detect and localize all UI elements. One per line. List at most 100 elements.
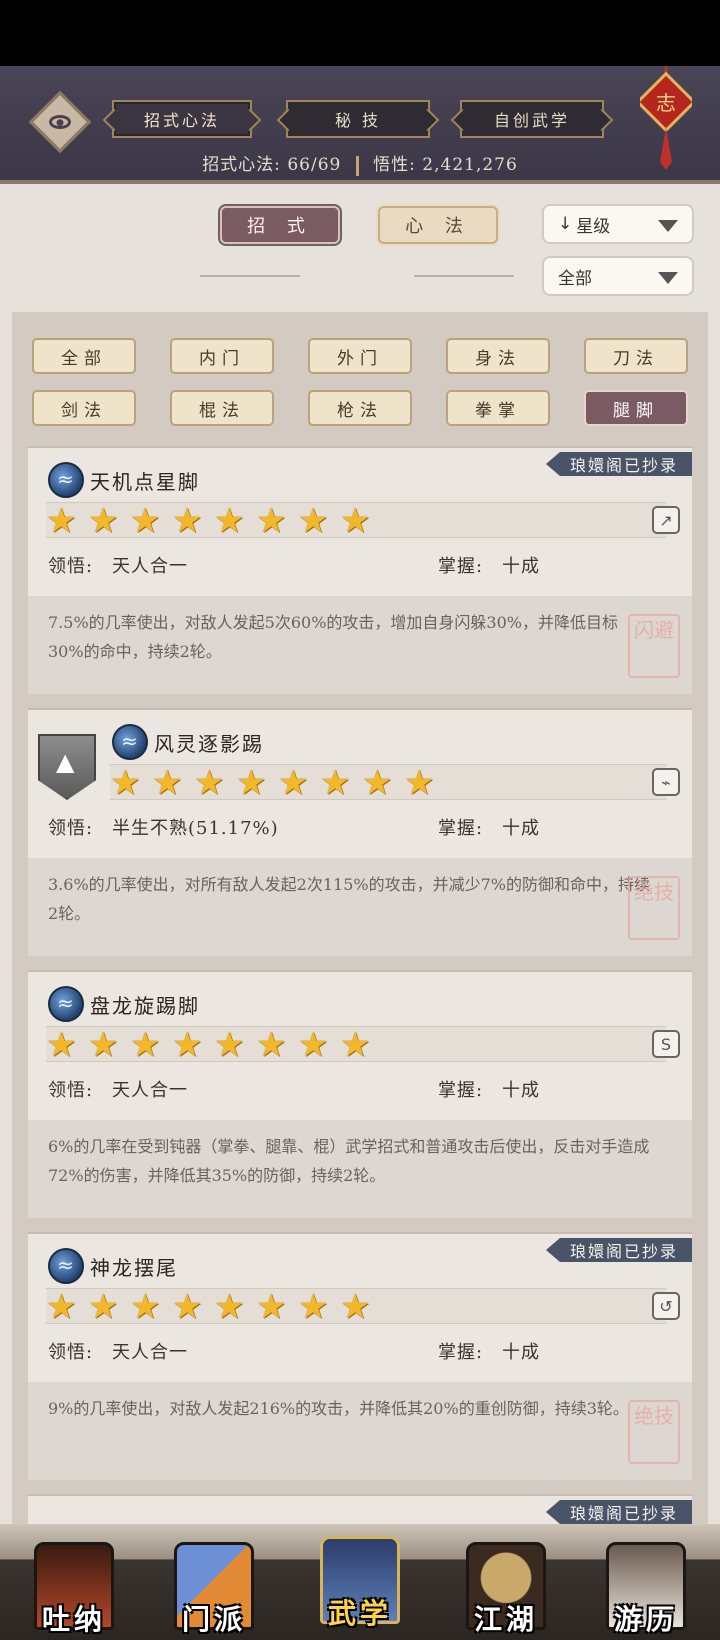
- sort-dropdown[interactable]: ↓ 星级: [542, 204, 694, 244]
- category-legs[interactable]: 腿脚: [584, 390, 688, 426]
- star-icon: ★: [172, 501, 203, 541]
- nav-martial-arts[interactable]: 武学: [310, 1526, 410, 1634]
- nav-label: 游历: [613, 1603, 678, 1636]
- star-icon: ★: [340, 501, 371, 541]
- tab-moves-and-methods[interactable]: 招式心法: [112, 100, 252, 138]
- star-icon: ★: [256, 1025, 287, 1065]
- copied-ribbon: 琅嬛阁已抄录: [545, 452, 692, 476]
- stats-value-moves: 66/69: [287, 155, 342, 175]
- seal-stamp: 绝技: [628, 1400, 680, 1464]
- mastery-value: 十成: [502, 556, 540, 577]
- skill-description: 7.5%的几率使出，对敌人发起5次60%的攻击，增加自身闪躲30%，并降低目标3…: [48, 613, 618, 661]
- weapon-type-icon[interactable]: ↺: [652, 1292, 680, 1320]
- status-bar: [0, 0, 720, 66]
- sort-label: 星级: [576, 216, 611, 237]
- star-icon: ★: [130, 501, 161, 541]
- weapon-type-icon[interactable]: ⌁: [652, 768, 680, 796]
- skill-title: 天机点星脚: [90, 470, 200, 494]
- star-icon: ★: [320, 763, 351, 803]
- star-icon: ★: [172, 1025, 203, 1065]
- category-all[interactable]: 全部: [32, 338, 136, 374]
- category-sword[interactable]: 剑法: [32, 390, 136, 426]
- category-inner-sect[interactable]: 内门: [170, 338, 274, 374]
- star-icon: ★: [88, 1287, 119, 1327]
- comprehension-value: 天人合一: [112, 1080, 188, 1101]
- comprehension-value: 天人合一: [112, 1342, 188, 1363]
- view-toggle-button[interactable]: [28, 90, 92, 154]
- comprehension-label: 领悟:: [48, 818, 94, 839]
- mastery-label: 掌握:: [438, 556, 484, 577]
- star-icon: ★: [130, 1287, 161, 1327]
- skill-card[interactable]: 盘龙旋踢脚 ★ ★ ★ ★ ★ ★ ★ ★ S 领悟: 天人合一 掌握: 十成 …: [28, 970, 692, 1218]
- tab-secret-skills[interactable]: 秘 技: [286, 100, 430, 138]
- comprehension-value: 半生不熟(51.17%): [112, 818, 279, 839]
- comprehension-label: 领悟:: [48, 1342, 94, 1363]
- star-icon: ★: [256, 501, 287, 541]
- mastery-label: 掌握:: [438, 1342, 484, 1363]
- star-rating: ★ ★ ★ ★ ★ ★ ★ ★: [46, 502, 666, 538]
- category-outer-sect[interactable]: 外门: [308, 338, 412, 374]
- star-icon: ★: [130, 1025, 161, 1065]
- mastery-value: 十成: [502, 1342, 540, 1363]
- stats-label-moves: 招式心法:: [202, 155, 281, 175]
- skill-title: 风灵逐影踢: [154, 732, 264, 756]
- upgrade-badge-icon[interactable]: [38, 734, 96, 800]
- category-staff[interactable]: 棍法: [170, 390, 274, 426]
- star-icon: ★: [340, 1287, 371, 1327]
- top-header: 招式心法 秘 技 自创武学 招式心法: 66/69 悟性: 2,421,276 …: [0, 66, 720, 184]
- ambition-knot-icon[interactable]: 志: [640, 66, 692, 176]
- copied-ribbon: 琅嬛阁已抄录: [545, 1500, 692, 1524]
- seal-stamp: 绝技: [628, 876, 680, 940]
- comprehension-value: 天人合一: [112, 556, 188, 577]
- nav-label: 门派: [181, 1603, 246, 1636]
- weapon-type-icon[interactable]: ↗: [652, 506, 680, 534]
- skill-title: 盘龙旋踢脚: [90, 994, 200, 1018]
- tab-self-created-arts[interactable]: 自创武学: [460, 100, 604, 138]
- skill-card[interactable]: 琅嬛阁已抄录 神龙摆尾 ★ ★ ★ ★ ★ ★ ★ ★ ↺ 领悟: 天人合一 掌…: [28, 1232, 692, 1480]
- filter-label: 全部: [558, 268, 592, 289]
- mastery-value: 十成: [502, 818, 540, 839]
- category-blade[interactable]: 刀法: [584, 338, 688, 374]
- skill-description: 6%的几率在受到钝器（掌拳、腿靠、棍）武学招式和普通攻击后使出，反击对手造成72…: [48, 1137, 650, 1185]
- nav-breathing[interactable]: 吐纳: [24, 1532, 124, 1640]
- header-stats: 招式心法: 66/69 悟性: 2,421,276: [0, 150, 720, 176]
- arrow-down-icon: ↓: [558, 214, 573, 234]
- category-fist-palm[interactable]: 拳掌: [446, 390, 550, 426]
- star-rating: ★ ★ ★ ★ ★ ★ ★ ★: [46, 1026, 666, 1062]
- nav-travel[interactable]: 游历: [596, 1532, 696, 1640]
- star-rating: ★ ★ ★ ★ ★ ★ ★ ★: [46, 1288, 666, 1324]
- weapon-type-icon[interactable]: S: [652, 1030, 680, 1058]
- tab-methods[interactable]: 心 法: [378, 206, 498, 244]
- skill-card[interactable]: 琅嬛阁已抄录 天机点星脚 ★ ★ ★ ★ ★ ★ ★ ★ ↗ 领悟: 天人合一 …: [28, 446, 692, 694]
- nav-sect[interactable]: 门派: [164, 1532, 264, 1640]
- nav-label: 江湖: [473, 1603, 538, 1636]
- bottom-navigation: 吐纳 门派 武学 江湖 游历: [0, 1524, 720, 1640]
- star-icon: ★: [46, 1287, 77, 1327]
- chevron-down-icon: [658, 272, 678, 284]
- star-icon: ★: [404, 763, 435, 803]
- skill-icon: [48, 462, 84, 498]
- filter-dropdown[interactable]: 全部: [542, 256, 694, 296]
- nav-jianghu[interactable]: 江湖: [456, 1532, 556, 1640]
- skill-icon: [48, 1248, 84, 1284]
- star-icon: ★: [214, 501, 245, 541]
- skill-description: 9%的几率使出，对敌人发起216%的攻击，并降低其20%的重创防御，持续3轮。: [48, 1399, 629, 1418]
- skill-title: 神龙摆尾: [90, 1256, 178, 1280]
- category-spear[interactable]: 枪法: [308, 390, 412, 426]
- star-icon: ★: [214, 1025, 245, 1065]
- chevron-down-icon: [658, 220, 678, 232]
- nav-label: 吐纳: [41, 1603, 106, 1636]
- app-screen: 招式心法 秘 技 自创武学 招式心法: 66/69 悟性: 2,421,276 …: [0, 66, 720, 1640]
- copied-ribbon: 琅嬛阁已抄录: [545, 1238, 692, 1262]
- star-icon: ★: [172, 1287, 203, 1327]
- star-icon: ★: [298, 501, 329, 541]
- tab-moves[interactable]: 招 式: [220, 206, 340, 244]
- star-icon: ★: [110, 763, 141, 803]
- star-icon: ★: [340, 1025, 371, 1065]
- knot-char: 志: [656, 91, 676, 115]
- comprehension-label: 领悟:: [48, 556, 94, 577]
- star-icon: ★: [298, 1025, 329, 1065]
- category-movement[interactable]: 身法: [446, 338, 550, 374]
- skill-card[interactable]: 风灵逐影踢 ★ ★ ★ ★ ★ ★ ★ ★ ⌁ 领悟: 半生不熟(51.17%)…: [28, 708, 692, 956]
- stats-label-insight: 悟性:: [373, 155, 416, 175]
